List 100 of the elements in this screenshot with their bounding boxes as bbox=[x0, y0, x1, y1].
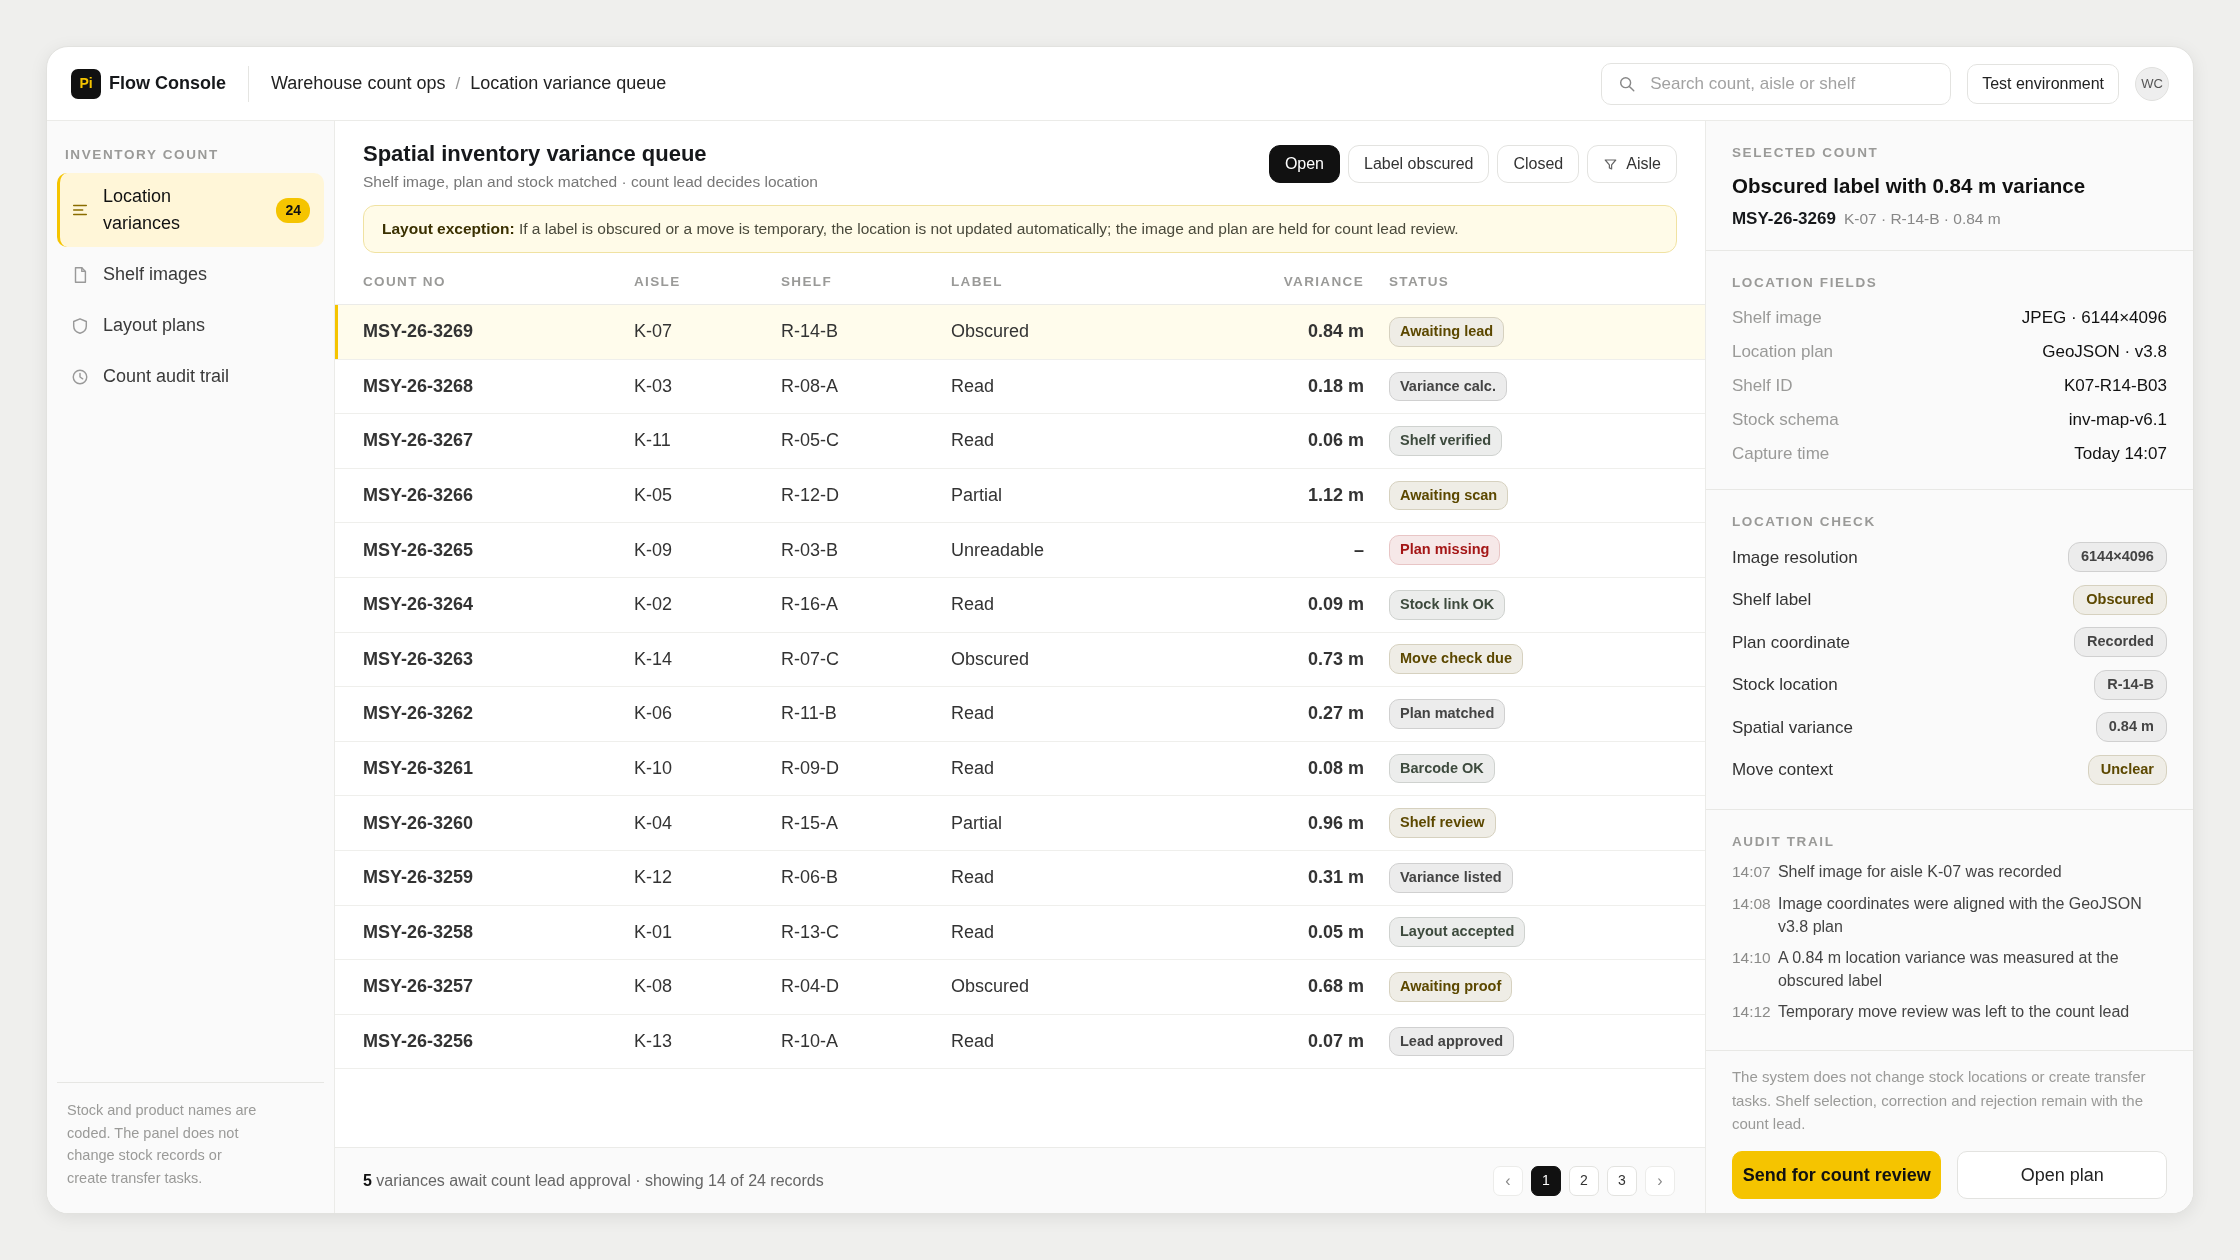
review-button[interactable]: Send for count review bbox=[1731, 1151, 1942, 1199]
status-pill: Awaiting scan bbox=[1389, 480, 1509, 511]
table-cell: R-16-A bbox=[780, 577, 950, 633]
table-cell: Obscured bbox=[950, 632, 1170, 687]
table-cell: 0.05 m bbox=[1170, 905, 1388, 960]
page-button[interactable]: 3 bbox=[1606, 1165, 1637, 1196]
table-cell: MSY-26-3257 bbox=[335, 959, 633, 1015]
audit-time: 14:08 bbox=[1731, 893, 1770, 914]
check-label: Stock location bbox=[1731, 674, 1838, 696]
status-pill: Plan missing bbox=[1389, 535, 1501, 566]
status-pill: Variance listed bbox=[1389, 862, 1513, 893]
table-row[interactable]: MSY-26-3257 K-08 R-04-D Obscured 0.68 m Awaiting proof bbox=[335, 959, 1705, 1015]
sidebar-item[interactable]: Count audit trail bbox=[57, 353, 324, 401]
table-cell: Read bbox=[950, 359, 1170, 414]
table-row[interactable]: MSY-26-3267 K-11 R-05-C Read 0.06 m Shelf verified bbox=[335, 413, 1705, 469]
check-pill: Obscured bbox=[2073, 584, 2167, 615]
sidebar-item[interactable]: Shelf images bbox=[57, 251, 324, 299]
table-row[interactable]: MSY-26-3260 K-04 R-15-A Partial 0.96 m Shelf review bbox=[335, 795, 1705, 851]
column-header: LABEL bbox=[950, 260, 1170, 305]
table-row[interactable]: MSY-26-3258 K-01 R-13-C Read 0.05 m Layout accepted bbox=[335, 905, 1705, 960]
table-cell: R-15-A bbox=[780, 795, 950, 851]
table-cell: Read bbox=[950, 850, 1170, 906]
table-cell: 0.27 m bbox=[1170, 686, 1388, 742]
filter-chip[interactable]: Closed bbox=[1497, 145, 1580, 183]
table-cell: K-03 bbox=[633, 359, 780, 414]
table-cell: K-10 bbox=[633, 741, 780, 796]
table-row[interactable]: MSY-26-3269 K-07 R-14-B Obscured 0.84 m Awaiting lead bbox=[335, 304, 1705, 360]
sidebar-item[interactable]: Layout plans bbox=[57, 302, 324, 350]
audit-entry: Shelf image for aisle K-07 was recorded bbox=[1777, 862, 2062, 883]
shield-icon bbox=[71, 316, 89, 335]
table-cell: Unreadable bbox=[950, 522, 1170, 578]
table-cell: 1.12 m bbox=[1170, 468, 1388, 523]
count-badge: 24 bbox=[276, 197, 310, 223]
filter-chip[interactable]: Open bbox=[1268, 145, 1340, 183]
table-cell: Read bbox=[950, 413, 1170, 469]
field-value: Today 14:07 bbox=[2074, 443, 2167, 465]
table-row[interactable]: MSY-26-3264 K-02 R-16-A Read 0.09 m Stock link OK bbox=[335, 577, 1705, 633]
table-cell: MSY-26-3260 bbox=[335, 795, 633, 851]
table-cell: K-08 bbox=[633, 959, 780, 1015]
page-button[interactable]: 2 bbox=[1568, 1165, 1599, 1196]
disclaimer-note: The system does not change stock locations or create transfer tasks. Shelf selection, correction and rejection remain with the count lead. bbox=[1731, 1067, 2147, 1134]
table-cell: K-14 bbox=[633, 632, 780, 687]
table-cell: R-10-A bbox=[780, 1014, 950, 1069]
search-field[interactable]: Search count, aisle or shelf bbox=[1601, 62, 1952, 105]
section-heading: INVENTORY COUNT bbox=[64, 146, 220, 164]
audit-entry: Temporary move review was left to the count lead bbox=[1777, 1002, 2130, 1023]
breadcrumb-link[interactable]: Location variance queue bbox=[470, 70, 667, 97]
filter-chip[interactable]: Label obscured bbox=[1348, 145, 1490, 183]
sidebar-item[interactable]: Location variances 24 bbox=[57, 173, 324, 248]
page-arrow-button[interactable]: ‹ bbox=[1492, 1165, 1523, 1196]
check-label: Image resolution bbox=[1731, 546, 1858, 569]
table-row[interactable]: MSY-26-3268 K-03 R-08-A Read 0.18 m Variance calc. bbox=[335, 359, 1705, 414]
table-row[interactable]: MSY-26-3256 K-13 R-10-A Read 0.07 m Lead approved bbox=[335, 1014, 1705, 1069]
table-cell: Read bbox=[950, 741, 1170, 796]
table-row[interactable]: MSY-26-3259 K-12 R-06-B Read 0.31 m Variance listed bbox=[335, 850, 1705, 906]
table-cell: R-14-B bbox=[780, 304, 950, 360]
page-arrow-button[interactable]: › bbox=[1644, 1165, 1675, 1196]
app-name: Flow Console bbox=[109, 72, 226, 95]
environment-button[interactable]: Test environment bbox=[1967, 63, 2119, 104]
table-cell: K-07 bbox=[633, 304, 780, 360]
check-label: Move context bbox=[1731, 759, 1834, 781]
user-avatar[interactable]: WC bbox=[2135, 66, 2169, 101]
table-cell: R-09-D bbox=[780, 741, 950, 796]
open-plan-button[interactable]: Open plan bbox=[1957, 1151, 2167, 1199]
table-cell: K-02 bbox=[633, 577, 780, 633]
table-row[interactable]: MSY-26-3266 K-05 R-12-D Partial 1.12 m Awaiting scan bbox=[335, 468, 1705, 523]
column-header: STATUS bbox=[1388, 260, 1705, 305]
status-pill: Shelf review bbox=[1389, 808, 1496, 838]
page-button[interactable]: 1 bbox=[1530, 1165, 1561, 1196]
filter-chip[interactable]: Aisle bbox=[1587, 145, 1677, 183]
section-heading: SELECTED COUNT bbox=[1731, 144, 1880, 162]
breadcrumb-link[interactable]: Warehouse count ops bbox=[271, 70, 446, 97]
table-cell: R-05-C bbox=[780, 413, 950, 469]
table-row[interactable]: MSY-26-3262 K-06 R-11-B Read 0.27 m Plan matched bbox=[335, 686, 1705, 742]
search-icon bbox=[1618, 74, 1637, 93]
table-cell: 0.96 m bbox=[1170, 795, 1388, 851]
page-subtitle: Shelf image, plan and stock matched · count lead decides location bbox=[363, 172, 819, 192]
status-pill: Awaiting lead bbox=[1389, 316, 1505, 347]
table-cell: K-01 bbox=[633, 905, 780, 960]
clock-icon bbox=[71, 367, 89, 386]
sidebar-note: Stock and product names are coded. The panel does not change stock records or create transfer tasks. bbox=[57, 1082, 324, 1213]
table-cell: K-12 bbox=[633, 850, 780, 906]
table-cell: K-06 bbox=[633, 686, 780, 742]
table-cell: 0.73 m bbox=[1170, 632, 1388, 687]
audit-time: 14:07 bbox=[1731, 862, 1770, 883]
detail-title: Obscured label with 0.84 m variance bbox=[1731, 173, 2087, 200]
table-row[interactable]: MSY-26-3265 K-09 R-03-B Unreadable – Plan missing bbox=[335, 522, 1705, 578]
column-header: COUNT NO bbox=[335, 260, 633, 305]
field-value: K07-R14-B03 bbox=[2063, 375, 2167, 397]
check-pill: R-14-B bbox=[2094, 669, 2167, 700]
table-row[interactable]: MSY-26-3263 K-14 R-07-C Obscured 0.73 m Move check due bbox=[335, 632, 1705, 687]
check-pill: Recorded bbox=[2074, 627, 2167, 658]
section-heading: AUDIT TRAIL bbox=[1731, 833, 1836, 851]
page-title: Spatial inventory variance queue bbox=[363, 140, 708, 168]
audit-entry: A 0.84 m location variance was measured at the obscured label bbox=[1777, 947, 2120, 992]
check-label: Plan coordinate bbox=[1731, 631, 1851, 654]
table-row[interactable]: MSY-26-3261 K-10 R-09-D Read 0.08 m Barcode OK bbox=[335, 741, 1705, 796]
table-cell: 0.06 m bbox=[1170, 413, 1388, 469]
table-cell: 0.09 m bbox=[1170, 577, 1388, 633]
count-number: MSY-26-3269 bbox=[1731, 208, 1836, 230]
